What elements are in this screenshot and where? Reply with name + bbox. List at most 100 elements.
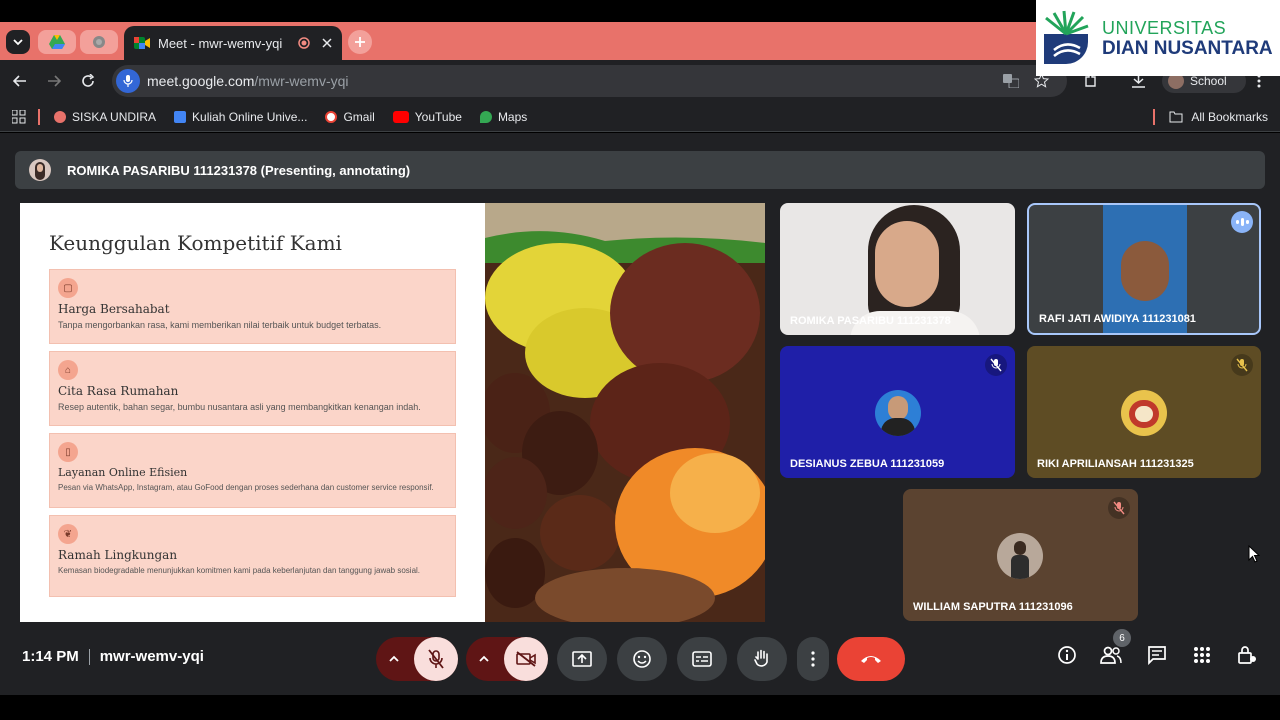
activities-button[interactable]: [1190, 643, 1214, 667]
mic-off-icon: [1231, 354, 1253, 376]
chevron-up-icon[interactable]: [388, 652, 400, 670]
participant-tile-speaking[interactable]: RAFI JATI AWIDIYA 111231081: [1027, 203, 1261, 335]
meeting-info-button[interactable]: [1055, 643, 1079, 667]
participant-tile[interactable]: DESIANUS ZEBUA 111231059: [780, 346, 1015, 478]
close-icon[interactable]: [322, 38, 332, 48]
card-title: Cita Rasa Rumahan: [58, 384, 179, 398]
wallet-icon: ▢: [58, 278, 78, 298]
info-icon: [1058, 646, 1076, 664]
card-desc: Pesan via WhatsApp, Instagram, atau GoFo…: [58, 483, 434, 492]
meet-stage: ROMIKA PASARIBU 111231378 (Presenting, a…: [0, 133, 1280, 695]
camera-control-group: [466, 637, 548, 681]
bookmark-siska[interactable]: SISKA UNDIRA: [54, 110, 156, 124]
tab-meet[interactable]: Meet - mwr-wemv-yqi: [124, 26, 342, 60]
card-desc: Resep autentik, bahan segar, bumbu nusan…: [58, 402, 421, 412]
meeting-details: 1:14 PM mwr-wemv-yqi: [22, 648, 204, 665]
bookmark-label: SISKA UNDIRA: [72, 109, 157, 124]
participant-name: WILLIAM SAPUTRA 111231096: [913, 601, 1073, 613]
translate-icon[interactable]: [1003, 74, 1019, 88]
presenter-label: ROMIKA PASARIBU 111231378 (Presenting, a…: [67, 162, 411, 178]
site-info-button[interactable]: [116, 69, 140, 93]
chat-icon: [1148, 646, 1166, 665]
meet-icon: [134, 37, 150, 49]
captions-icon: [692, 651, 712, 667]
card-title: Harga Bersahabat: [58, 302, 170, 316]
divider: [88, 648, 90, 665]
participant-face: [875, 221, 939, 307]
people-count-badge: 6: [1113, 629, 1131, 647]
chat-button[interactable]: [1145, 643, 1169, 667]
bookmarks-bar: SISKA UNDIRA Kuliah Online Unive... Gmai…: [0, 102, 1280, 132]
apps-grid-icon[interactable]: [12, 109, 26, 124]
camera-off-icon: [516, 651, 536, 667]
folder-icon: [1169, 111, 1183, 122]
all-bookmarks[interactable]: All Bookmarks: [1153, 108, 1268, 125]
bookmark-divider: [1153, 108, 1156, 125]
reload-icon[interactable]: [81, 74, 95, 88]
bookmark-kuliah[interactable]: Kuliah Online Unive...: [174, 110, 307, 124]
avatar: [875, 390, 921, 436]
forward-arrow-icon[interactable]: [47, 74, 61, 88]
present-screen-icon: [572, 651, 592, 667]
participant-tile[interactable]: WILLIAM SAPUTRA 111231096: [903, 489, 1138, 621]
people-button[interactable]: 6: [1099, 629, 1131, 667]
bookmark-maps[interactable]: Maps: [479, 110, 527, 124]
gmail-icon: [325, 110, 338, 123]
participant-name: DESIANUS ZEBUA 111231059: [790, 458, 945, 470]
end-call-button[interactable]: [837, 637, 905, 681]
mic-toggle-button[interactable]: [414, 637, 458, 681]
url-path: /mwr-wemv-yqi: [254, 73, 349, 89]
logo-emblem-icon: [1044, 10, 1089, 64]
participant-face: [1121, 241, 1169, 301]
globe-icon: [93, 36, 105, 48]
more-vert-icon: [811, 651, 815, 667]
participant-name: RAFI JATI AWIDIYA 111231081: [1039, 313, 1196, 325]
tab-search-button[interactable]: [6, 30, 30, 54]
host-controls-button[interactable]: [1235, 643, 1259, 667]
slide-card: ▢ Harga Bersahabat Tanpa mengorbankan ra…: [49, 269, 456, 344]
food-photo: [485, 203, 765, 622]
mouse-cursor-icon: [1248, 545, 1260, 563]
recording-icon: [298, 37, 310, 49]
youtube-icon: [392, 110, 409, 123]
lock-person-icon: [1238, 646, 1256, 664]
slide-card: ❦ Ramah Lingkungan Kemasan biodegradable…: [49, 515, 456, 597]
card-title: Ramah Lingkungan: [58, 548, 178, 562]
camera-toggle-button[interactable]: [504, 637, 548, 681]
participant-tile[interactable]: ROMIKA PASARIBU 111231378: [780, 203, 1015, 335]
new-tab-button[interactable]: [348, 30, 372, 54]
present-button[interactable]: [557, 637, 607, 681]
speaking-indicator-icon: [1231, 211, 1253, 233]
mic-control-group: [376, 637, 458, 681]
pinned-tab-drive[interactable]: [38, 30, 76, 54]
bookmark-gmail[interactable]: Gmail: [325, 109, 375, 124]
meeting-time: 1:14 PM: [22, 648, 79, 665]
people-icon: [1100, 646, 1122, 664]
hang-up-icon: [861, 656, 881, 663]
bookmark-divider: [38, 108, 40, 125]
reactions-button[interactable]: [617, 637, 667, 681]
chevron-up-icon[interactable]: [478, 652, 490, 670]
back-arrow-icon[interactable]: [13, 74, 27, 88]
captions-button[interactable]: [677, 637, 727, 681]
mic-off-icon: [985, 354, 1007, 376]
mic-off-icon: [428, 649, 444, 669]
pinned-tab-globe[interactable]: [80, 30, 118, 54]
card-desc: Kemasan biodegradable menunjukkan komitm…: [58, 566, 421, 575]
more-options-button[interactable]: [797, 637, 829, 681]
participant-tile[interactable]: RIKI APRILIANSAH 111231325: [1027, 346, 1261, 478]
food-illustration: [485, 203, 765, 622]
bookmark-label: Gmail: [343, 109, 375, 124]
mic-off-icon: [1108, 497, 1130, 519]
bookmark-youtube[interactable]: YouTube: [392, 109, 462, 124]
bookmark-label: YouTube: [414, 109, 462, 124]
participant-name: ROMIKA PASARIBU 111231378: [790, 315, 951, 327]
meet-controls: 1:14 PM mwr-wemv-yqi 6: [0, 628, 1280, 695]
url-field[interactable]: meet.google.com/mwr-wemv-yqi: [112, 65, 1067, 97]
presentation-slide: Keunggulan Kompetitif Kami ▢ Harga Bersa…: [20, 203, 765, 622]
microphone-icon: [123, 75, 133, 87]
meeting-code: mwr-wemv-yqi: [99, 648, 204, 665]
slide-card: ⌂ Cita Rasa Rumahan Resep autentik, baha…: [49, 351, 456, 426]
raise-hand-button[interactable]: [737, 637, 787, 681]
maps-icon: [479, 110, 492, 123]
